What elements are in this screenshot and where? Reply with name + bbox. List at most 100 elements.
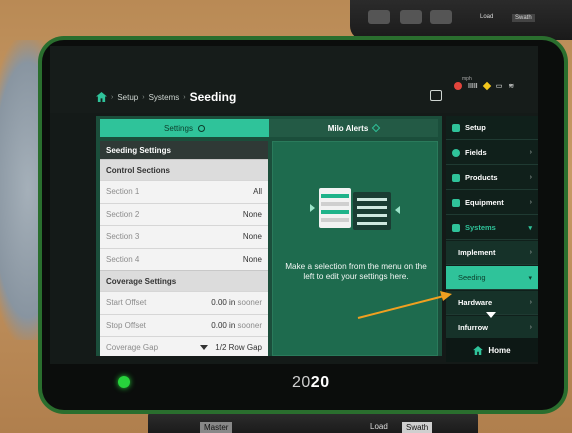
brand-logo: 2020 <box>292 374 330 392</box>
breadcrumb-separator: › <box>183 93 186 101</box>
wifi-icon: ≋ <box>508 83 515 90</box>
breadcrumb-setup[interactable]: Setup <box>117 93 138 102</box>
sidebar-item-label: Hardware <box>458 298 493 307</box>
sidebar-item-setup[interactable]: Setup <box>446 116 538 140</box>
menu-line <box>321 194 349 198</box>
home-button-label: Home <box>488 345 511 355</box>
breadcrumb-separator: › <box>142 93 145 101</box>
chevron-down-icon: ▾ <box>528 274 532 282</box>
power-led <box>118 376 130 388</box>
setting-label: Section 3 <box>106 232 140 242</box>
setting-row[interactable]: Section 2 None <box>100 202 268 225</box>
menu-line <box>321 202 349 206</box>
chevron-right-icon: › <box>529 249 532 256</box>
breadcrumb-separator: › <box>111 93 114 101</box>
breadcrumb-systems[interactable]: Systems <box>149 93 180 102</box>
gps-diamond-icon <box>482 81 491 91</box>
settings-card-illustration <box>353 192 391 230</box>
menu-line <box>357 206 387 209</box>
signal-bars: IIIII <box>468 82 478 90</box>
setting-value: None <box>242 254 262 264</box>
top-box-swath-label: Swath <box>512 14 535 22</box>
swath-label: Swath <box>402 422 433 433</box>
setting-value-suffix: sooner <box>237 298 262 308</box>
page-title: Seeding <box>189 90 237 104</box>
setting-row[interactable]: Section 3 None <box>100 225 268 248</box>
battery-icon: ▭ <box>495 83 503 90</box>
products-icon <box>452 173 460 182</box>
menu-line <box>357 214 387 217</box>
tab-settings-label: Settings <box>164 123 193 133</box>
sidebar-item-products[interactable]: Products › <box>446 166 538 190</box>
sidebar-item-label: Implement <box>458 248 496 257</box>
setting-row[interactable]: Coverage Gap 1/2 Row Gap <box>100 336 268 356</box>
setting-row[interactable]: Section 4 None <box>100 247 268 270</box>
sidebar-item-label: Systems <box>465 223 496 232</box>
sidebar-item-systems[interactable]: Systems ▾ <box>446 216 538 240</box>
menu-card-illustration <box>319 188 351 228</box>
tab-bar: Settings Milo Alerts <box>100 119 438 137</box>
top-box-switch <box>400 10 422 24</box>
setting-label: Coverage Gap <box>106 343 159 353</box>
chevron-right-icon: › <box>529 299 532 306</box>
setting-label: Stop Offset <box>106 320 146 330</box>
sidebar-item-fields[interactable]: Fields › <box>446 141 538 165</box>
setting-row[interactable]: Section 1 All <box>100 180 268 203</box>
group-heading-control-sections: Control Sections <box>100 159 268 180</box>
empty-state-message: Make a selection from the menu on the le… <box>285 262 427 281</box>
menu-line <box>357 198 387 201</box>
gear-icon <box>197 124 205 132</box>
status-bar: mph IIIII ▭ ≋ <box>454 76 515 91</box>
setting-value: All <box>253 187 262 197</box>
scroll-down-icon[interactable] <box>200 345 209 351</box>
setting-label: Section 2 <box>106 209 140 219</box>
display-screen: › Setup › Systems › Seeding mph IIIII ▭ … <box>50 46 538 364</box>
sidebar-item-infurrow[interactable]: Infurrow › <box>446 316 538 340</box>
top-box-switch <box>368 10 390 24</box>
setting-row[interactable]: Start Offset 0.00 in sooner <box>100 291 268 314</box>
sidebar-item-label: Products <box>465 173 498 182</box>
setting-value-number: 0.00 in <box>211 298 236 308</box>
group-heading-coverage-settings: Coverage Settings <box>100 270 268 291</box>
fields-icon <box>452 148 460 157</box>
scroll-down-icon[interactable] <box>486 312 496 318</box>
setting-row[interactable]: Stop Offset 0.00 in sooner <box>100 313 268 336</box>
alert-icon[interactable] <box>454 82 462 90</box>
alert-diamond-icon <box>372 123 381 133</box>
tab-milo-alerts[interactable]: Milo Alerts <box>269 119 438 137</box>
detail-panel: Make a selection from the menu on the le… <box>272 141 438 356</box>
systems-icon <box>452 223 460 232</box>
sidebar-item-equipment[interactable]: Equipment › <box>446 191 538 215</box>
setting-value-suffix: sooner <box>237 320 262 330</box>
brand-right: 20 <box>310 374 330 391</box>
home-icon <box>473 345 484 355</box>
settings-list: Seeding Settings Control Sections Sectio… <box>100 141 268 356</box>
sidebar-item-label: Fields <box>465 148 487 157</box>
top-control-box: Load Swath <box>350 0 572 40</box>
chevron-right-icon: › <box>529 199 532 206</box>
main-content: Settings Milo Alerts Seeding Settings Co… <box>96 116 442 356</box>
setting-label: Section 1 <box>106 187 140 197</box>
sidebar-item-label: Equipment <box>465 198 504 207</box>
sidebar-item-label: Seeding <box>458 273 486 282</box>
chevron-right-icon: › <box>529 324 532 331</box>
menu-line <box>321 210 349 214</box>
setting-value: None <box>242 209 262 219</box>
menu-line <box>357 222 387 225</box>
chevron-right-icon: › <box>529 149 532 156</box>
home-button[interactable]: Home <box>446 338 538 362</box>
home-icon[interactable] <box>96 92 107 102</box>
settings-title: Seeding Settings <box>100 141 268 159</box>
top-box-switch <box>430 10 452 24</box>
screen-capture-icon[interactable] <box>430 90 442 101</box>
sidebar-item-implement[interactable]: Implement › <box>446 241 538 265</box>
load-label: Load <box>370 422 388 431</box>
speed-unit: mph <box>462 76 472 82</box>
setting-label: Start Offset <box>106 298 147 308</box>
tab-settings[interactable]: Settings <box>100 119 269 137</box>
brand-left: 20 <box>292 374 311 391</box>
setting-value: 1/2 Row Gap <box>215 343 262 353</box>
sidebar-item-seeding[interactable]: Seeding ▾ <box>446 266 538 290</box>
tab-milo-alerts-label: Milo Alerts <box>327 123 369 133</box>
setting-value: 0.00 in sooner <box>211 298 262 307</box>
